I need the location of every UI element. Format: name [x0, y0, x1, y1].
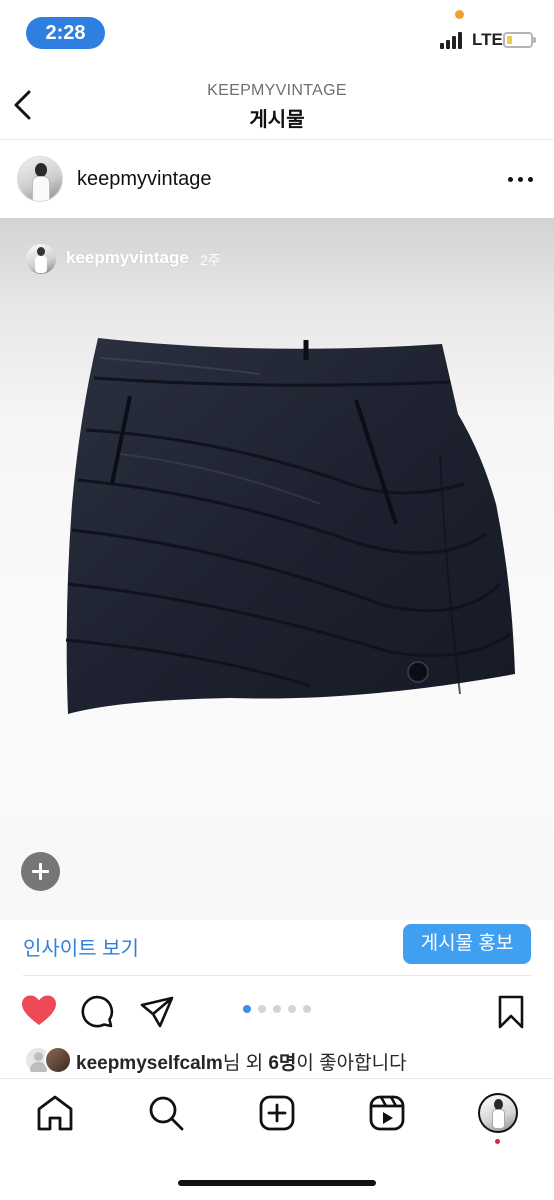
status-bar: 2:28 LTE — [0, 0, 554, 70]
search-icon[interactable] — [146, 1093, 186, 1133]
liker-avatar — [44, 1046, 72, 1074]
post-image[interactable]: keepmyvintage 2주 — [0, 218, 554, 920]
post-header: keepmyvintage — [0, 140, 554, 218]
page-title: 게시물 — [249, 109, 305, 131]
carousel-indicator — [243, 1005, 315, 1013]
avatar[interactable] — [17, 156, 63, 202]
insights-bar: 인사이트 보기 게시물 홍보 — [0, 920, 554, 976]
privacy-indicator-dot — [455, 10, 464, 19]
post-action-bar — [0, 990, 554, 1034]
battery-icon — [503, 32, 536, 48]
view-insights-link[interactable]: 인사이트 보기 — [23, 932, 139, 961]
add-post-icon[interactable] — [257, 1093, 297, 1133]
divider — [23, 975, 531, 976]
home-icon[interactable] — [35, 1093, 75, 1133]
liker-username[interactable]: keepmyselfcalm — [76, 1053, 223, 1074]
home-indicator[interactable] — [178, 1180, 376, 1186]
bottom-tab-bar — [0, 1078, 554, 1168]
notification-dot — [495, 1139, 500, 1144]
status-time: 2:28 — [26, 17, 105, 49]
likes-summary[interactable]: keepmyselfcalm님 외 6명이 좋아합니다 — [0, 1040, 554, 1080]
watermark-username: keepmyvintage — [66, 248, 189, 267]
likes-count[interactable]: 6명 — [268, 1053, 296, 1074]
more-horizontal-icon[interactable] — [506, 176, 536, 184]
profile-tab-avatar[interactable] — [478, 1093, 518, 1133]
product-photo-skirt — [65, 338, 516, 714]
comment-icon[interactable] — [80, 995, 114, 1029]
heart-icon[interactable] — [21, 994, 57, 1028]
likes-suffix-end: 이 좋아합니다 — [296, 1053, 407, 1074]
nav-header: KEEPMYVINTAGE 게시물 — [0, 70, 554, 140]
likes-text[interactable]: keepmyselfcalm님 외 6명이 좋아합니다 — [76, 1048, 407, 1075]
bookmark-icon[interactable] — [496, 995, 526, 1029]
watermark-time: 2주 — [200, 252, 221, 268]
signal-icon — [440, 31, 466, 49]
plus-icon[interactable] — [21, 852, 60, 891]
watermark-avatar — [26, 244, 56, 274]
network-type: LTE — [472, 30, 503, 49]
reels-icon[interactable] — [367, 1093, 407, 1133]
post-username[interactable]: keepmyvintage — [77, 168, 212, 191]
account-name: KEEPMYVINTAGE — [207, 82, 347, 99]
share-icon[interactable] — [139, 995, 175, 1029]
likes-suffix: 님 외 — [222, 1053, 269, 1074]
promote-post-button[interactable]: 게시물 홍보 — [403, 924, 531, 964]
